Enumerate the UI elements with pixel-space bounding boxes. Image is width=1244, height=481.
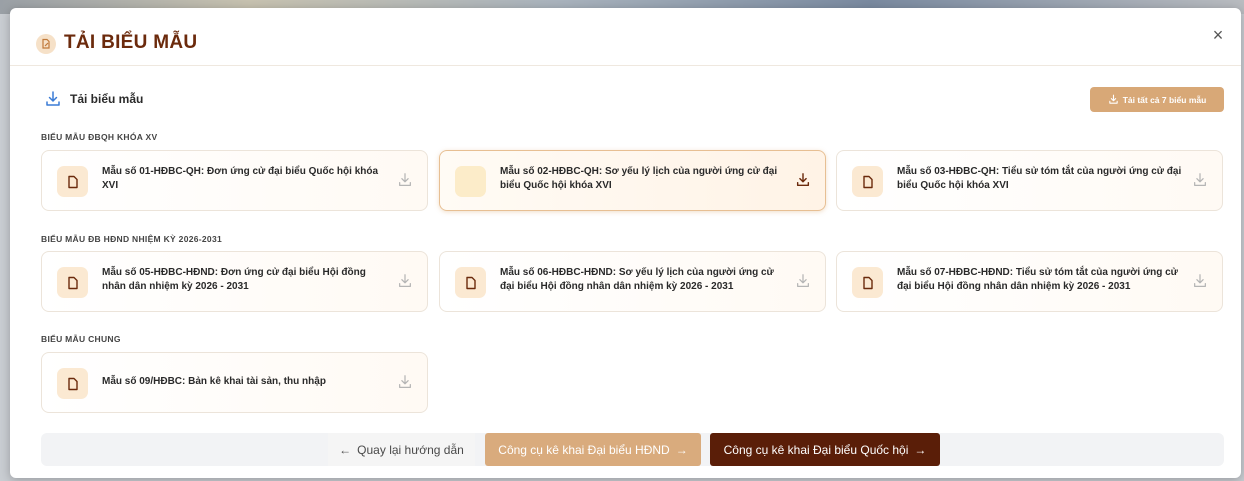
close-icon[interactable]: × [1209, 25, 1227, 45]
download-icon [1108, 94, 1118, 104]
template-card[interactable]: Mẫu số 07-HĐBC-HĐND: Tiểu sử tóm tắt của… [836, 251, 1223, 312]
document-icon [455, 267, 486, 298]
modal-header: TẢI BIỂU MẪU × [10, 8, 1241, 66]
group-label-dbqh: BIỂU MẪU ĐBQH KHÓA XV [41, 132, 158, 142]
template-card[interactable]: Mẫu số 09/HĐBC: Bản kê khai tài sản, thu… [41, 352, 428, 413]
back-to-guide-button[interactable]: ← Quay lại hướng dẫn [328, 433, 475, 466]
template-title: Mẫu số 02-HĐBC-QH: Sơ yếu lý lịch của ng… [500, 166, 778, 191]
template-card[interactable]: Mẫu số 02-HĐBC-QH: Sơ yếu lý lịch của ng… [439, 150, 826, 211]
download-all-label: Tải tất cả 7 biểu mẫu [1122, 94, 1207, 105]
qh-tool-button[interactable]: Công cụ kê khai Đại biểu Quốc hội → [710, 433, 940, 466]
back-label: Quay lại hướng dẫn [357, 442, 464, 457]
document-icon [852, 267, 883, 298]
download-icon[interactable] [1192, 172, 1208, 188]
download-icon[interactable] [397, 172, 413, 188]
modal-title: TẢI BIỂU MẪU [64, 32, 198, 53]
document-icon [57, 166, 88, 197]
template-card[interactable]: Mẫu số 06-HĐBC-HĐND: Sơ yếu lý lịch của … [439, 251, 826, 312]
template-card[interactable]: Mẫu số 01-HĐBC-QH: Đơn ứng cử đại biểu Q… [41, 150, 428, 211]
group-label-chung: BIỂU MẪU CHUNG [41, 334, 121, 344]
download-icon[interactable] [1192, 273, 1208, 289]
hdnd-tool-label: Công cụ kê khai Đại biểu HĐND [498, 442, 670, 457]
download-templates-modal: TẢI BIỂU MẪU × Tải biểu mẫu Tải tất cả 7… [10, 8, 1241, 478]
document-icon [57, 368, 88, 399]
download-icon[interactable] [795, 273, 811, 289]
qh-tool-label: Công cụ kê khai Đại biểu Quốc hội [723, 442, 909, 457]
edit-document-icon [36, 34, 56, 54]
template-title: Mẫu số 07-HĐBC-HĐND: Tiểu sử tóm tắt của… [897, 267, 1178, 292]
document-icon [852, 166, 883, 197]
template-card[interactable]: Mẫu số 05-HĐBC-HĐND: Đơn ứng cử đại biểu… [41, 251, 428, 312]
template-title: Mẫu số 01-HĐBC-QH: Đơn ứng cử đại biểu Q… [102, 166, 379, 191]
section-heading: Tải biểu mẫu [70, 92, 144, 106]
template-title: Mẫu số 05-HĐBC-HĐND: Đơn ứng cử đại biểu… [102, 267, 366, 292]
group-label-hdnd: BIỂU MẪU ĐB HĐND NHIỆM KỲ 2026-2031 [41, 234, 223, 244]
download-icon [46, 91, 60, 106]
template-title: Mẫu số 09/HĐBC: Bản kê khai tài sản, thu… [102, 376, 326, 387]
hdnd-tool-button[interactable]: Công cụ kê khai Đại biểu HĐND → [485, 433, 701, 466]
document-icon [57, 267, 88, 298]
template-title: Mẫu số 06-HĐBC-HĐND: Sơ yếu lý lịch của … [500, 267, 774, 292]
template-card[interactable]: Mẫu số 03-HĐBC-QH: Tiểu sử tóm tắt của n… [836, 150, 1223, 211]
document-icon [455, 166, 486, 197]
arrow-right-icon: → [914, 442, 927, 457]
download-icon[interactable] [397, 374, 413, 390]
download-icon[interactable] [397, 273, 413, 289]
download-icon[interactable] [795, 172, 811, 188]
arrow-left-icon: ← [339, 442, 352, 457]
template-title: Mẫu số 03-HĐBC-QH: Tiểu sử tóm tắt của n… [897, 166, 1182, 191]
download-all-button[interactable]: Tải tất cả 7 biểu mẫu [1090, 87, 1224, 112]
arrow-right-icon: → [675, 442, 688, 457]
